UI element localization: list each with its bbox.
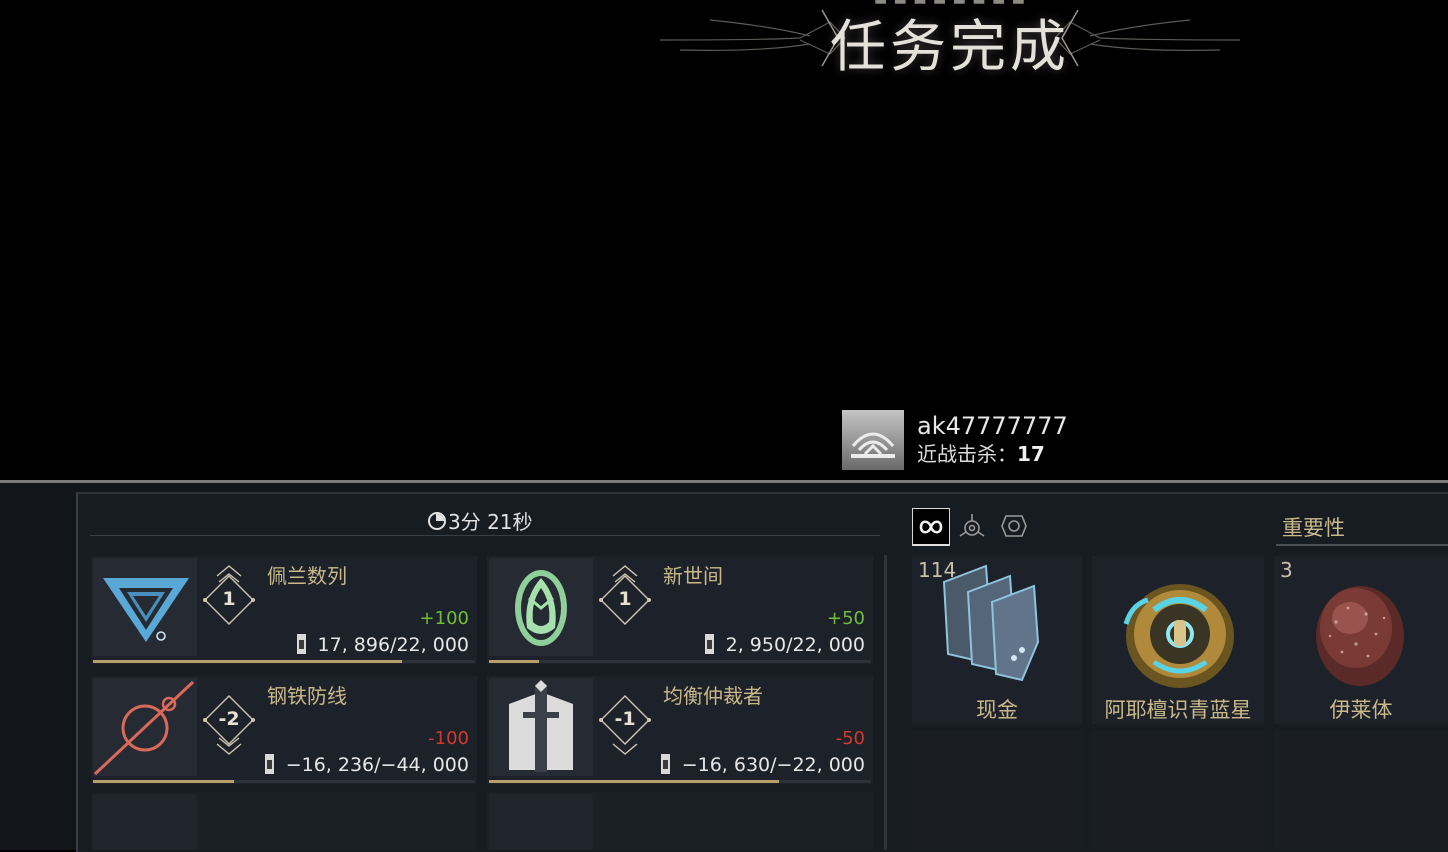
reward-name: 现金 (976, 698, 1018, 722)
credits-icon (942, 564, 1040, 682)
standing-icon (296, 634, 306, 654)
reward-card-credits[interactable]: 114 现金 (912, 556, 1082, 724)
faction-rank: 1 (222, 588, 236, 610)
avatar[interactable] (842, 410, 904, 470)
empty-logo-slot (489, 794, 593, 850)
faction-name: 钢铁防线 (267, 684, 347, 708)
standing-progress-fill (93, 780, 235, 783)
faction-standing: −16, 630/−22, 000 (660, 754, 865, 776)
standing-value: 2, 950/22, 000 (725, 634, 865, 656)
standing-progress (489, 660, 871, 663)
faction-standing: 2, 950/22, 000 (704, 634, 865, 656)
steel-meridian-icon (93, 678, 197, 776)
faction-rank-badge: -2 (201, 682, 257, 762)
reward-count: 3 (1280, 558, 1293, 582)
standing-progress-fill (489, 660, 539, 663)
panel-separator (884, 555, 887, 850)
mods-tab[interactable] (996, 508, 1032, 544)
reward-name: 阿耶檀识青蓝星 (1104, 698, 1252, 722)
faction-card-perrin-sequence[interactable]: 1 佩兰数列 +100 17, 896/22, 000 (91, 556, 477, 664)
standing-value: −16, 236/−44, 000 (285, 754, 469, 776)
standing-progress-fill (489, 780, 780, 783)
mission-timer-bar: 3分 21秒 (90, 505, 880, 536)
standing-value: 17, 896/22, 000 (317, 634, 469, 656)
ayatan-cyan-star-icon (1123, 584, 1234, 688)
warframe-logo-icon (851, 432, 895, 458)
faction-card-new-loka[interactable]: 1 新世间 +50 2, 950/22, 000 (487, 556, 873, 664)
faction-card-empty (91, 792, 477, 850)
player-card[interactable]: ak47777777 近战击杀：17 (842, 408, 1082, 472)
standing-delta: -100 (428, 728, 469, 749)
faction-name: 均衡仲裁者 (663, 684, 763, 708)
melee-kills-value: 17 (1017, 442, 1045, 466)
argon-crystal-icon (1316, 586, 1404, 686)
faction-name: 新世间 (663, 564, 723, 588)
faction-card-empty (487, 792, 873, 850)
standing-value: −16, 630/−22, 000 (681, 754, 865, 776)
standing-delta: +100 (419, 608, 469, 629)
importance-sort-label[interactable]: 重要性 (1282, 512, 1345, 542)
faction-card-arbiters-of-hexis[interactable]: -1 均衡仲裁者 -50 −16, 630/−22, 000 (487, 676, 873, 784)
resources-tab[interactable] (954, 508, 990, 544)
all-rewards-tab[interactable] (912, 508, 950, 546)
faction-rank: -2 (218, 708, 240, 730)
active-tab-underline (913, 544, 949, 546)
faction-rank-badge: -1 (597, 682, 653, 762)
reward-card-ayatan-star[interactable]: 阿耶檀识青蓝星 (1092, 556, 1264, 724)
faction-standing: −16, 236/−44, 000 (264, 754, 469, 776)
reward-name: 伊莱体 (1329, 698, 1393, 722)
reward-card-resource[interactable]: 3 伊莱体 (1274, 556, 1448, 724)
standing-delta: +50 (827, 608, 865, 629)
reward-slot-empty (1092, 730, 1264, 850)
reward-slot-empty (1274, 730, 1448, 850)
faction-card-steel-meridian[interactable]: -2 钢铁防线 -100 −16, 236/−44, 000 (91, 676, 477, 784)
faction-rank: 1 (618, 588, 632, 610)
mission-timer: 3分 21秒 (428, 506, 533, 535)
mod-icon (1001, 515, 1027, 537)
faction-rank-badge: 1 (597, 562, 653, 642)
empty-logo-slot (93, 794, 197, 850)
faction-rank: -1 (614, 708, 636, 730)
standing-progress (489, 780, 871, 783)
standing-progress-fill (93, 660, 403, 663)
importance-underline (1276, 544, 1448, 546)
melee-kills: 近战击杀：17 (917, 438, 1045, 467)
mission-complete-title: 任务完成 (830, 15, 1070, 80)
standing-delta: -50 (835, 728, 865, 749)
standing-icon (660, 754, 670, 774)
reward-slot-empty (912, 730, 1082, 850)
arbiters-of-hexis-icon (489, 678, 593, 776)
standing-progress (93, 660, 475, 663)
resource-icon (959, 514, 985, 537)
standing-icon (704, 634, 714, 654)
clock-icon (428, 512, 446, 530)
infinity-icon (919, 520, 943, 534)
faction-name: 佩兰数列 (267, 564, 347, 588)
mission-complete-banner: ■ ■ ■ ■ ■ ■ ■ ■ 任务完成 (640, 0, 1260, 90)
melee-kills-label: 近战击杀： (917, 442, 1017, 466)
player-name: ak47777777 (917, 412, 1068, 440)
mission-duration: 3分 21秒 (448, 510, 533, 534)
faction-standing: 17, 896/22, 000 (296, 634, 469, 656)
faction-rank-badge: 1 (201, 562, 257, 642)
new-loka-icon (489, 558, 593, 656)
standing-progress (93, 780, 475, 783)
standing-icon (264, 754, 274, 774)
perrin-sequence-icon (93, 558, 197, 656)
